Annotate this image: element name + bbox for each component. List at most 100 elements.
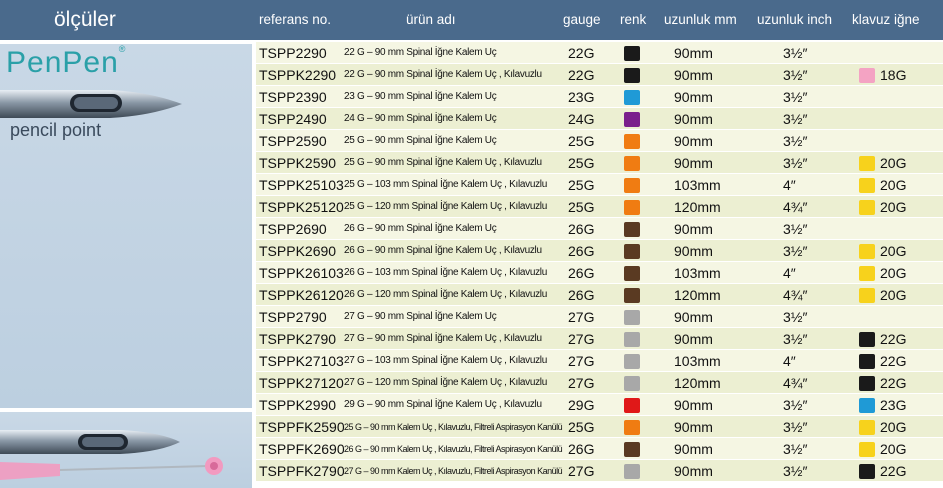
length-mm: 90mm xyxy=(674,419,713,435)
guide-gauge: 20G xyxy=(880,199,907,215)
table-row: TSPPK25103 25 G – 103 mm Spinal İğne Kale… xyxy=(256,174,943,196)
guide-gauge: 23G xyxy=(880,397,907,413)
guide-color-swatch xyxy=(859,332,875,347)
ref-number: TSPP2490 xyxy=(259,111,327,127)
table-row: TSPP2490 24 G – 90 mm Spinal İğne Kalem U… xyxy=(256,108,943,130)
color-swatch xyxy=(624,90,640,105)
color-swatch xyxy=(624,420,640,435)
product-name: 22 G – 90 mm Spinal İğne Kalem Uç xyxy=(344,47,497,58)
gauge-value: 24G xyxy=(568,111,595,127)
guide-gauge: 22G xyxy=(880,353,907,369)
col-ref-header: referans no. xyxy=(259,12,332,27)
length-inch: 3½″ xyxy=(783,45,808,61)
length-mm: 90mm xyxy=(674,133,713,149)
table-row: TSPP2790 27 G – 90 mm Spinal İğne Kalem U… xyxy=(256,306,943,328)
length-mm: 90mm xyxy=(674,221,713,237)
color-swatch xyxy=(624,376,640,391)
color-swatch xyxy=(624,134,640,149)
col-name-header: ürün adı xyxy=(406,12,456,27)
length-mm: 90mm xyxy=(674,45,713,61)
color-swatch xyxy=(624,178,640,193)
table-row: TSPPK27103 27 G – 103 mm Spinal İğne Kale… xyxy=(256,350,943,372)
table-header: referans no. ürün adı gauge renk uzunluk… xyxy=(256,0,943,40)
ref-number: TSPPK27103 xyxy=(259,353,344,369)
ref-number: TSPPK26103 xyxy=(259,265,344,281)
gauge-value: 22G xyxy=(568,45,595,61)
guide-color-swatch xyxy=(859,68,875,83)
table-row: TSPPFK2790 27 G – 90 mm Kalem Uç , Kılavu… xyxy=(256,460,943,482)
gauge-value: 26G xyxy=(568,221,595,237)
ref-number: TSPPK26120 xyxy=(259,287,344,303)
length-mm: 90mm xyxy=(674,155,713,171)
product-name: 27 G – 90 mm Spinal İğne Kalem Uç , Kıla… xyxy=(344,333,542,344)
product-name: 24 G – 90 mm Spinal İğne Kalem Uç xyxy=(344,113,497,124)
product-name: 25 G – 103 mm Spinal İğne Kalem Uç , Kıl… xyxy=(344,179,547,190)
gauge-value: 26G xyxy=(568,287,595,303)
ref-number: TSPPK27120 xyxy=(259,375,344,391)
guide-gauge: 22G xyxy=(880,331,907,347)
table-row: TSPPFK2590 25 G – 90 mm Kalem Uç , Kılavu… xyxy=(256,416,943,438)
table-row: TSPP2290 22 G – 90 mm Spinal İğne Kalem U… xyxy=(256,42,943,64)
product-name: 22 G – 90 mm Spinal İğne Kalem Uç , Kıla… xyxy=(344,69,542,80)
gauge-value: 27G xyxy=(568,353,595,369)
length-inch: 3½″ xyxy=(783,243,808,259)
brand-panel: PenPen® pencil point xyxy=(0,44,252,408)
table-row: TSPPK2790 27 G – 90 mm Spinal İğne Kalem … xyxy=(256,328,943,350)
ref-number: TSPPFK2790 xyxy=(259,463,345,479)
length-mm: 103mm xyxy=(674,353,721,369)
table-row: TSPPK2990 29 G – 90 mm Spinal İğne Kalem … xyxy=(256,394,943,416)
color-swatch xyxy=(624,464,640,479)
product-name: 25 G – 90 mm Spinal İğne Kalem Uç , Kıla… xyxy=(344,157,542,168)
length-inch: 4″ xyxy=(783,177,796,193)
gauge-value: 25G xyxy=(568,177,595,193)
color-swatch xyxy=(624,310,640,325)
color-swatch xyxy=(624,442,640,457)
length-mm: 90mm xyxy=(674,331,713,347)
length-inch: 4¾″ xyxy=(783,375,808,391)
guide-color-swatch xyxy=(859,420,875,435)
guide-gauge: 18G xyxy=(880,67,907,83)
guide-color-swatch xyxy=(859,244,875,259)
length-inch: 3½″ xyxy=(783,133,808,149)
col-guide-header: klavuz iğne xyxy=(852,12,920,27)
color-swatch xyxy=(624,222,640,237)
product-name: 25 G – 90 mm Kalem Uç , Kılavuzlu, Filtr… xyxy=(344,422,563,432)
guide-gauge: 20G xyxy=(880,287,907,303)
length-inch: 3½″ xyxy=(783,221,808,237)
length-inch: 3½″ xyxy=(783,419,808,435)
guide-gauge: 20G xyxy=(880,177,907,193)
guide-color-swatch xyxy=(859,376,875,391)
product-name: 27 G – 90 mm Kalem Uç , Kılavuzlu, Filtr… xyxy=(344,466,563,476)
length-mm: 90mm xyxy=(674,89,713,105)
length-inch: 3½″ xyxy=(783,67,808,83)
color-swatch xyxy=(624,46,640,61)
color-swatch xyxy=(624,200,640,215)
product-name: 27 G – 120 mm Spinal İğne Kalem Uç , Kıl… xyxy=(344,377,547,388)
gauge-value: 27G xyxy=(568,375,595,391)
length-inch: 3½″ xyxy=(783,331,808,347)
length-mm: 90mm xyxy=(674,67,713,83)
guide-gauge: 20G xyxy=(880,265,907,281)
product-name: 27 G – 90 mm Spinal İğne Kalem Uç xyxy=(344,311,497,322)
guide-color-swatch xyxy=(859,288,875,303)
length-mm: 90mm xyxy=(674,243,713,259)
gauge-value: 26G xyxy=(568,265,595,281)
table-row: TSPP2590 25 G – 90 mm Spinal İğne Kalem U… xyxy=(256,130,943,152)
ref-number: TSPPK25103 xyxy=(259,177,344,193)
gauge-value: 25G xyxy=(568,155,595,171)
length-mm: 120mm xyxy=(674,287,721,303)
product-name: 26 G – 90 mm Spinal İğne Kalem Uç xyxy=(344,223,497,234)
length-inch: 3½″ xyxy=(783,309,808,325)
guide-gauge: 22G xyxy=(880,463,907,479)
ref-number: TSPP2690 xyxy=(259,221,327,237)
product-name: 26 G – 103 mm Spinal İğne Kalem Uç , Kıl… xyxy=(344,267,547,278)
gauge-value: 22G xyxy=(568,67,595,83)
table-body: TSPP2290 22 G – 90 mm Spinal İğne Kalem U… xyxy=(256,42,943,482)
gauge-value: 26G xyxy=(568,441,595,457)
length-mm: 103mm xyxy=(674,177,721,193)
product-image-panel xyxy=(0,412,252,488)
table-row: TSPPK2690 26 G – 90 mm Spinal İğne Kalem … xyxy=(256,240,943,262)
table-row: TSPPFK2690 26 G – 90 mm Kalem Uç , Kılavu… xyxy=(256,438,943,460)
color-swatch xyxy=(624,332,640,347)
length-inch: 4″ xyxy=(783,265,796,281)
